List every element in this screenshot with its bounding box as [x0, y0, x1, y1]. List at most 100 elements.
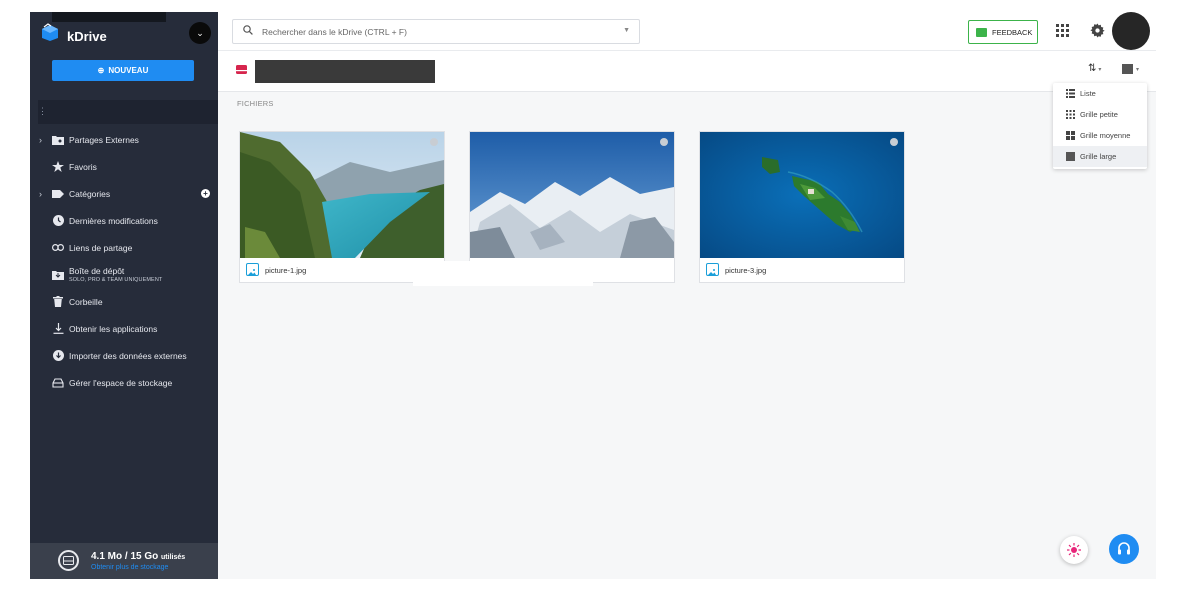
file-name: picture-1.jpg [265, 266, 307, 275]
menu-item-grille-large[interactable]: Grille large [1053, 146, 1147, 167]
import-icon [51, 350, 65, 362]
path-bar: ⇅ ▾ ▾ [218, 51, 1156, 91]
view-mode-menu: Liste Grille petite Grille moyenne Grill… [1053, 83, 1147, 169]
view-mode-button[interactable]: ▾ [1122, 64, 1139, 74]
sidebar-item-title: Boîte de dépôt [69, 266, 125, 276]
sidebar-item-importer-donnees[interactable]: Importer des données externes [30, 342, 218, 369]
file-name: picture-3.jpg [725, 266, 767, 275]
disk-icon [58, 550, 79, 571]
chevron-down-icon: ▾ [1098, 67, 1102, 73]
sidebar-nav: › Partages Externes Favoris › Catégories… [30, 126, 218, 396]
sidebar-item-corbeille[interactable]: Corbeille [30, 288, 218, 315]
new-button-label: NOUVEAU [108, 66, 149, 75]
select-checkbox[interactable] [890, 138, 898, 146]
menu-item-grille-petite[interactable]: Grille petite [1053, 104, 1147, 125]
sidebar-item-label: Favoris [69, 161, 97, 172]
sidebar-item-label: Liens de partage [69, 242, 133, 253]
lightbulb-icon [1067, 543, 1081, 557]
menu-item-label: Grille large [1080, 152, 1117, 161]
chevron-right-icon[interactable]: › [39, 189, 42, 199]
storage-used-value: 4.1 Mo / 15 Go [91, 551, 159, 562]
sort-icon: ⇅ [1088, 63, 1097, 74]
user-avatar[interactable] [1112, 12, 1150, 50]
chevron-right-icon[interactable]: › [39, 135, 42, 145]
search-options-caret-icon[interactable]: ▼ [623, 27, 630, 34]
gear-icon[interactable] [1090, 23, 1105, 38]
select-checkbox[interactable] [430, 138, 438, 146]
star-icon [51, 161, 65, 173]
theme-toggle-button[interactable] [1060, 536, 1088, 564]
sidebar-item-sublabel: SOLO, PRO & TEAM UNIQUEMENT [69, 277, 163, 283]
file-thumbnail [700, 132, 904, 258]
menu-item-label: Grille petite [1080, 110, 1118, 119]
get-more-storage-link[interactable]: Obtenir plus de stockage [91, 564, 168, 571]
search-icon [243, 25, 253, 35]
search-box[interactable]: ▼ [232, 19, 640, 44]
clock-icon [51, 215, 65, 227]
sidebar-item-favoris[interactable]: Favoris [30, 153, 218, 180]
brand: kDrive ⌄ [30, 12, 218, 56]
sidebar: kDrive ⌄ ⊕ NOUVEAU ⋮ › Partages Externes [30, 12, 220, 579]
brand-top-strip [52, 12, 166, 22]
trash-icon [51, 296, 65, 308]
tag-icon [51, 188, 65, 200]
sidebar-item-obtenir-applications[interactable]: Obtenir les applications [30, 315, 218, 342]
select-checkbox[interactable] [660, 138, 668, 146]
drive-switch-button[interactable]: ⌄ [189, 22, 211, 44]
shared-folder-icon [51, 134, 65, 146]
search-input[interactable] [262, 24, 612, 40]
sidebar-item-dernieres-modifications[interactable]: Dernières modifications [30, 207, 218, 234]
storage-summary: 4.1 Mo / 15 Go utilisés Obtenir plus de … [30, 543, 218, 579]
chevron-down-icon: ▾ [1136, 66, 1140, 73]
storage-used-text: 4.1 Mo / 15 Go utilisés [91, 551, 185, 562]
small-grid-icon [1066, 110, 1075, 119]
headset-icon [1118, 542, 1130, 555]
sort-button[interactable]: ⇅ ▾ [1088, 63, 1101, 74]
feedback-button[interactable]: FEEDBACK [968, 20, 1038, 44]
redacted-overlay [413, 261, 593, 286]
sidebar-item-label: Partages Externes [69, 134, 139, 145]
chevron-down-icon: ⌄ [196, 27, 204, 38]
storage-icon [51, 377, 65, 389]
section-title: FICHIERS [237, 99, 274, 108]
image-file-icon [246, 263, 259, 276]
large-grid-icon [1122, 64, 1133, 74]
feedback-label: FEEDBACK [992, 27, 1033, 37]
sidebar-item-label: Dernières modifications [69, 215, 158, 226]
apps-grid-icon[interactable] [1056, 24, 1069, 37]
menu-item-grille-moyenne[interactable]: Grille moyenne [1053, 125, 1147, 146]
app-name: kDrive [67, 29, 107, 44]
dots-icon: ⋮ [38, 106, 47, 116]
image-file-icon [706, 263, 719, 276]
dropbox-folder-icon [51, 269, 65, 281]
drive-selector[interactable]: ⋮ [38, 100, 220, 124]
sidebar-item-label: Gérer l'espace de stockage [69, 377, 173, 388]
file-card[interactable]: picture-3.jpg [699, 131, 905, 283]
download-icon [51, 323, 65, 335]
kdrive-logo-icon [42, 23, 58, 41]
storage-used-suffix: utilisés [161, 554, 186, 561]
add-category-icon[interactable]: + [201, 189, 210, 198]
drive-icon [236, 65, 247, 74]
sidebar-item-label: Boîte de dépôt SOLO, PRO & TEAM UNIQUEME… [69, 266, 162, 283]
top-header: ▼ FEEDBACK [218, 12, 1156, 51]
medium-grid-icon [1066, 131, 1075, 140]
menu-item-label: Grille moyenne [1080, 131, 1131, 140]
app-window: kDrive ⌄ ⊕ NOUVEAU ⋮ › Partages Externes [30, 12, 1156, 579]
sidebar-item-categories[interactable]: › Catégories + [30, 180, 218, 207]
plus-circle-icon: ⊕ [97, 66, 105, 75]
sidebar-item-label: Obtenir les applications [69, 323, 158, 334]
list-view-icon [1066, 89, 1075, 98]
sidebar-item-label: Corbeille [69, 296, 103, 307]
file-thumbnail [240, 132, 444, 258]
sidebar-item-gerer-stockage[interactable]: Gérer l'espace de stockage [30, 369, 218, 396]
sidebar-item-liens-de-partage[interactable]: Liens de partage [30, 234, 218, 261]
sidebar-item-partages-externes[interactable]: › Partages Externes [30, 126, 218, 153]
support-button[interactable] [1109, 534, 1139, 564]
menu-item-liste[interactable]: Liste [1053, 83, 1147, 104]
sidebar-item-label: Catégories [69, 188, 111, 199]
sidebar-item-boite-de-depot[interactable]: Boîte de dépôt SOLO, PRO & TEAM UNIQUEME… [30, 261, 218, 288]
file-thumbnail [470, 132, 674, 258]
file-meta: picture-3.jpg [700, 258, 904, 282]
new-button[interactable]: ⊕ NOUVEAU [52, 60, 194, 81]
